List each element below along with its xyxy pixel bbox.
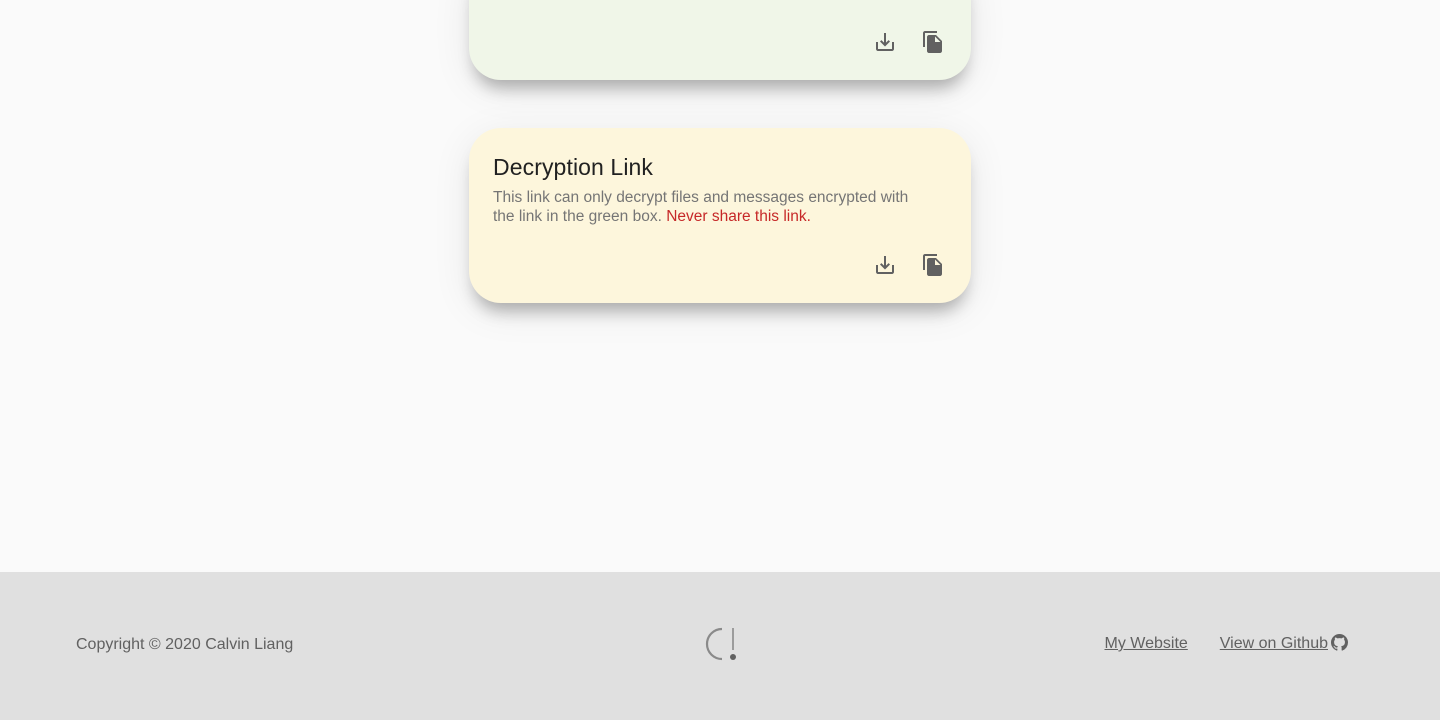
view-on-github-link[interactable]: View on Github <box>1219 633 1348 653</box>
copy-encryption-link-button[interactable] <box>919 28 947 56</box>
footer: Copyright © 2020 Calvin Liang My Website… <box>0 572 1440 720</box>
github-icon <box>1331 633 1348 651</box>
decryption-link-card: Decryption Link This link can only decry… <box>469 128 971 303</box>
decryption-card-title: Decryption Link <box>493 154 654 180</box>
view-on-github-label: View on Github <box>1219 635 1328 652</box>
decryption-card-actions <box>871 251 947 279</box>
copy-decryption-link-button[interactable] <box>919 251 947 279</box>
copyright-text: Copyright © 2020 Calvin Liang <box>76 636 294 653</box>
encryption-card-actions <box>871 28 947 56</box>
decryption-card-description: This link can only decrypt files and mes… <box>493 188 933 226</box>
copy-icon <box>923 31 942 53</box>
download-icon <box>876 256 894 274</box>
download-decryption-link-button[interactable] <box>871 251 899 279</box>
app-logo-icon <box>702 626 740 662</box>
decryption-card-warning: Never share this link. <box>666 208 811 225</box>
copy-icon <box>923 254 942 276</box>
encryption-link-card <box>469 0 971 80</box>
footer-links: My Website View on Github <box>1105 633 1348 653</box>
page: Decryption Link This link can only decry… <box>0 0 1440 720</box>
download-encryption-link-button[interactable] <box>871 28 899 56</box>
my-website-link[interactable]: My Website <box>1105 635 1188 653</box>
download-icon <box>876 33 894 51</box>
